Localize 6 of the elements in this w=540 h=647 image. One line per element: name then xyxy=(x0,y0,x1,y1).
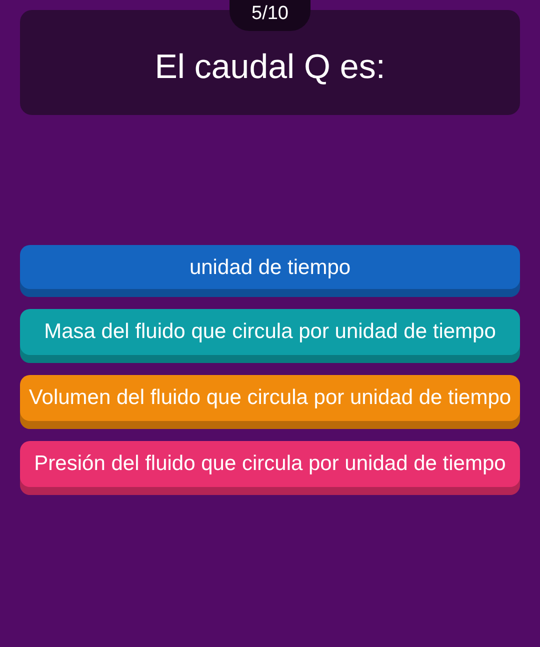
question-text: El caudal Q es: xyxy=(154,48,386,87)
progress-counter: 5/10 xyxy=(230,0,310,31)
answer-option[interactable]: unidad de tiempo xyxy=(20,245,520,297)
answer-option[interactable]: Volumen del fluido que circula por unidad de tiempo xyxy=(20,375,520,429)
answer-option[interactable]: Presión del fluido que circula por unidad de tiempo xyxy=(20,441,520,495)
answer-option[interactable]: Masa del fluido que circula por unidad de tiempo xyxy=(20,309,520,363)
